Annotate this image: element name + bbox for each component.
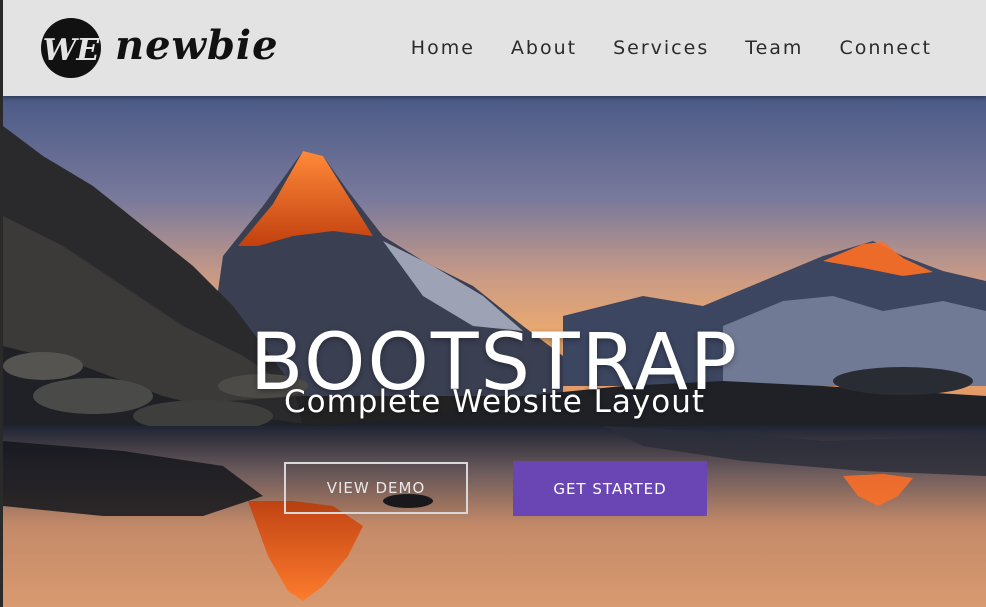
brand-name: newbie (115, 22, 279, 69)
get-started-button[interactable]: GET STARTED (513, 461, 707, 516)
nav-link-team[interactable]: Team (745, 34, 803, 62)
main-nav: Home About Services Team Connect (411, 34, 932, 62)
brand-mark-icon: WE (41, 18, 101, 78)
hero-section: BOOTSTRAP Complete Website Layout VIEW D… (3, 96, 986, 607)
brand-mark-text: WE (43, 33, 101, 68)
nav-link-connect[interactable]: Connect (839, 34, 932, 62)
brand-logo[interactable]: WE newbie (39, 16, 279, 80)
window-left-edge (0, 0, 3, 607)
navbar: WE newbie Home About Services Team Conne… (3, 0, 986, 96)
nav-link-services[interactable]: Services (613, 34, 709, 62)
view-demo-button[interactable]: VIEW DEMO (284, 462, 468, 514)
nav-link-about[interactable]: About (511, 34, 577, 62)
nav-link-home[interactable]: Home (411, 34, 475, 62)
hero-subtitle: Complete Website Layout (283, 384, 706, 420)
